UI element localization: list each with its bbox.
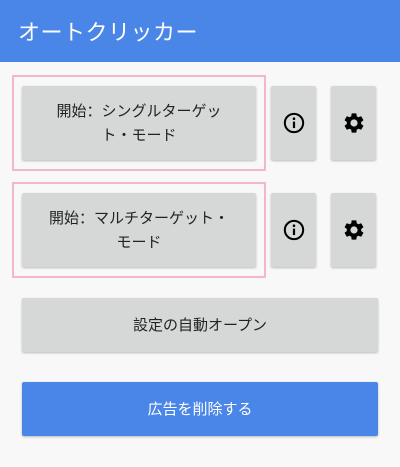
single-target-settings-button[interactable]: [331, 86, 376, 160]
auto-open-settings-button[interactable]: 設定の自動オープン: [22, 298, 378, 352]
start-single-target-button[interactable]: 開始：シングルターゲット・モード: [22, 86, 256, 160]
start-multi-target-label: 開始：マルチターゲット・モード: [48, 209, 229, 251]
remove-ads-button[interactable]: 広告を削除する: [22, 382, 378, 436]
info-icon: [283, 219, 304, 241]
app-bar: オートクリッカー: [0, 0, 400, 62]
auto-open-settings-label: 設定の自動オープン: [132, 316, 268, 334]
single-target-info-button[interactable]: [271, 86, 316, 160]
gear-icon: [344, 113, 363, 133]
gear-icon: [344, 220, 363, 240]
info-icon: [283, 112, 304, 134]
app-title: オートクリッカー: [18, 21, 199, 46]
start-multi-target-button[interactable]: 開始：マルチターゲット・モード: [22, 193, 256, 267]
remove-ads-label: 広告を削除する: [147, 400, 253, 418]
start-single-target-label: 開始：シングルターゲット・モード: [56, 102, 222, 144]
multi-target-info-button[interactable]: [271, 193, 316, 267]
multi-target-settings-button[interactable]: [331, 193, 376, 267]
